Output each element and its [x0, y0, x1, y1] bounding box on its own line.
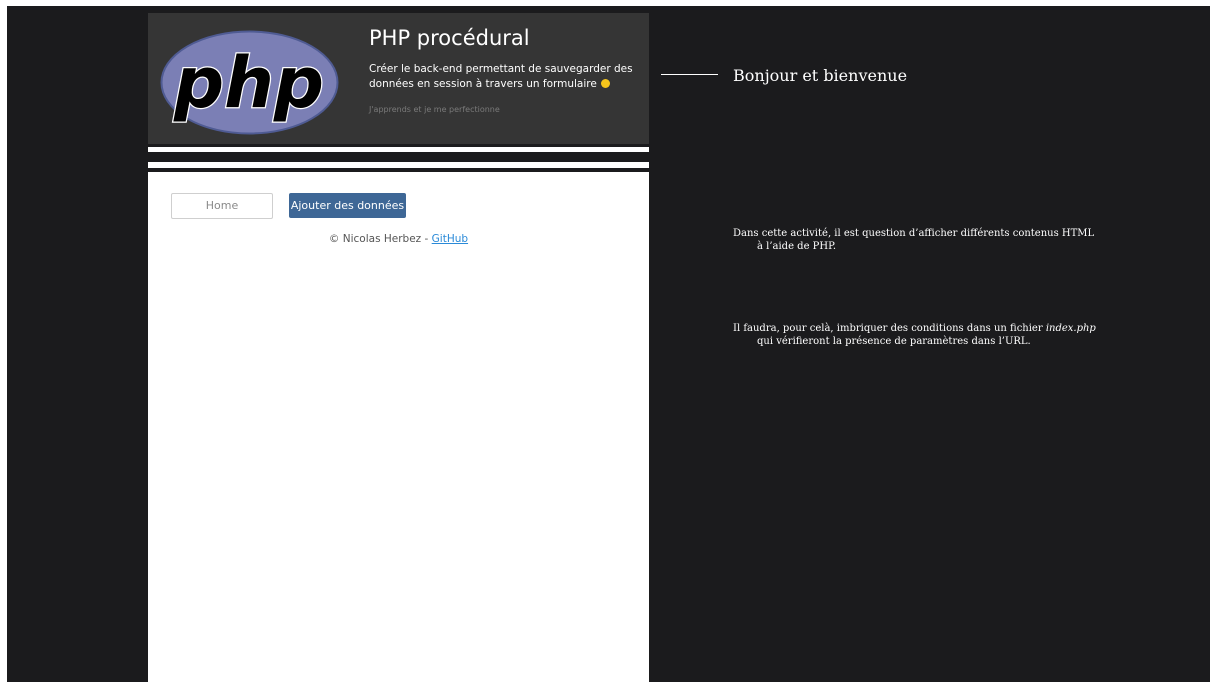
site-header: php PHP procédural Créer le back-end per… — [148, 13, 649, 144]
intro-line-1: Dans cette activité, il est question d’a… — [733, 228, 1095, 239]
intro-paragraph: Dans cette activité, il est question d’a… — [733, 227, 1094, 253]
greeting-heading: Bonjour et bienvenue — [733, 66, 908, 85]
instructions-paragraph: Il faudra, pour celà, imbriquer des cond… — [733, 322, 1096, 348]
intro-line-2: à l’aide de PHP. — [757, 241, 837, 252]
github-link[interactable]: GitHub — [432, 233, 468, 245]
page-subtitle: Créer le back-end permettant de sauvegar… — [369, 62, 634, 92]
copyright-text: © Nicolas Herbez - — [328, 233, 432, 245]
instructions-line-2: qui vérifieront la présence de paramètre… — [757, 336, 1031, 347]
divider — [148, 162, 649, 168]
page-title: PHP procédural — [369, 26, 530, 50]
footer: © Nicolas Herbez - GitHub — [148, 233, 649, 245]
instructions-prefix: Il faudra, pour celà, imbriquer des cond… — [733, 323, 1046, 334]
page-background: php PHP procédural Créer le back-end per… — [7, 6, 1210, 682]
divider — [148, 147, 649, 152]
subtitle-text: Créer le back-end permettant de sauvegar… — [369, 63, 633, 90]
home-button[interactable]: Home — [171, 193, 273, 219]
filename: index.php — [1045, 323, 1096, 334]
instructions-line-1: Il faudra, pour celà, imbriquer des cond… — [733, 323, 1096, 334]
add-data-button[interactable]: Ajouter des données — [289, 193, 406, 218]
main-content: Home Ajouter des données © Nicolas Herbe… — [148, 172, 649, 682]
php-logo: php — [160, 30, 339, 135]
php-logo-text: php — [173, 42, 324, 124]
left-panel: php PHP procédural Créer le back-end per… — [148, 13, 649, 682]
tagline: J'apprends et je me perfectionne — [369, 105, 500, 114]
smiley-icon — [600, 79, 610, 88]
greeting-line — [661, 74, 718, 75]
